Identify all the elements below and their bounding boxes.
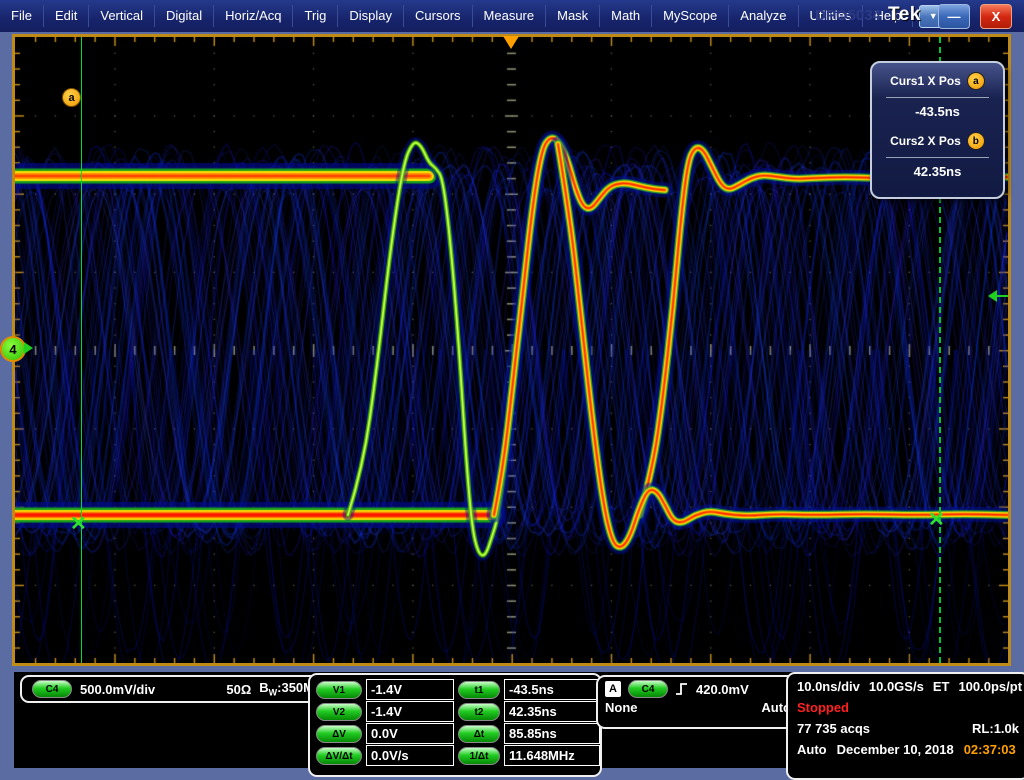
- menu-item-measure[interactable]: Measure: [473, 5, 547, 27]
- acq-mode: ET: [933, 679, 950, 694]
- trigger-level-arrow-icon[interactable]: [988, 290, 997, 302]
- delta-t-button[interactable]: Δt: [458, 725, 500, 743]
- t2-value: 42.35ns: [504, 701, 600, 722]
- menu-item-horiz-acq[interactable]: Horiz/Acq: [214, 5, 293, 27]
- t2-button[interactable]: t2: [458, 703, 500, 721]
- v1-value: -1.4V: [366, 679, 454, 700]
- menu-item-mask[interactable]: Mask: [546, 5, 600, 27]
- model-label: DPO5034: [815, 7, 881, 24]
- v2-value: -1.4V: [366, 701, 454, 722]
- channel-impedance: 50Ω: [226, 682, 251, 697]
- record-length: RL:1.0k: [972, 721, 1019, 736]
- trigger-bus-badge: A: [605, 681, 621, 697]
- channel4-position-arrow-icon: [24, 342, 33, 354]
- waveform-canvas: [15, 37, 1008, 663]
- trigger-position-marker[interactable]: [503, 36, 519, 49]
- readout-divider: [886, 157, 989, 158]
- menu-item-vertical[interactable]: Vertical: [89, 5, 155, 27]
- trigger-level-arrow-tail: [997, 295, 1008, 297]
- cursor2-readout-badge: b: [967, 132, 985, 150]
- acquisition-panel[interactable]: 10.0ns/div 10.0GS/s ET 100.0ps/pt Stoppe…: [786, 672, 1024, 780]
- channel-bandwidth: BW:350M: [259, 680, 314, 698]
- sample-rate: 10.0GS/s: [869, 679, 924, 694]
- cursor1-badge: a: [62, 88, 81, 107]
- channel-settings-panel[interactable]: C4 500.0mV/div 50Ω BW:350M: [20, 675, 326, 703]
- delta-t-value: 85.85ns: [504, 723, 600, 744]
- cursor1-readout-badge: a: [967, 72, 985, 90]
- menu-bar: File Edit Vertical Digital Horiz/Acq Tri…: [0, 0, 1024, 32]
- close-button[interactable]: X: [980, 4, 1012, 29]
- time-label: 02:37:03: [964, 742, 1016, 757]
- cursor2-intersection-marker: ✕: [928, 510, 945, 530]
- chevron-down-icon: ▼: [929, 11, 938, 21]
- channel4-button[interactable]: C4: [32, 680, 72, 698]
- cursor1-vertical-line[interactable]: [81, 37, 82, 663]
- scope-graticule: a ✕ ✕ 4 Curs1 X Pos a -43.5ns Curs2 X Po…: [12, 34, 1011, 666]
- trigger-panel[interactable]: A C4 420.0mV None Auto: [596, 675, 800, 729]
- cursor2-readout-value: 42.35ns: [872, 164, 1003, 179]
- menu-item-digital[interactable]: Digital: [155, 5, 214, 27]
- date-label: December 10, 2018: [837, 742, 954, 757]
- tek-logo: Tek: [888, 4, 921, 26]
- trigger-source-button[interactable]: C4: [628, 680, 668, 698]
- readout-divider: [886, 97, 989, 98]
- delta-v-value: 0.0V: [366, 723, 454, 744]
- t1-value: -43.5ns: [504, 679, 600, 700]
- minimize-button[interactable]: —: [938, 4, 970, 29]
- cursor1-readout-value: -43.5ns: [872, 104, 1003, 119]
- menu-item-cursors[interactable]: Cursors: [404, 5, 473, 27]
- timebase-scale: 10.0ns/div: [797, 679, 860, 694]
- cursor-measurements-panel: V1 -1.4V t1 -43.5ns V2 -1.4V t2 42.35ns …: [308, 673, 602, 777]
- rising-edge-icon: [675, 682, 689, 697]
- menu-item-display[interactable]: Display: [338, 5, 404, 27]
- status-bar: C4 500.0mV/div 50Ω BW:350M V1 -1.4V t1 -…: [14, 672, 1010, 768]
- delta-v-button[interactable]: ΔV: [316, 725, 362, 743]
- trigger-level: 420.0mV: [696, 682, 749, 697]
- menu-item-edit[interactable]: Edit: [44, 5, 89, 27]
- cursor-readout-box[interactable]: Curs1 X Pos a -43.5ns Curs2 X Pos b 42.3…: [870, 61, 1005, 199]
- run-status: Stopped: [797, 700, 1019, 715]
- channel4-reference-badge[interactable]: 4: [0, 336, 26, 362]
- cursor2-readout-label: Curs2 X Pos: [890, 134, 961, 148]
- trigger-mode-status: Auto: [797, 742, 827, 757]
- v2-button[interactable]: V2: [316, 703, 362, 721]
- trigger-holdoff: None: [605, 700, 638, 715]
- menu-item-trig[interactable]: Trig: [293, 5, 338, 27]
- dv-dt-value: 0.0V/s: [366, 745, 454, 766]
- dv-dt-button[interactable]: ΔV/Δt: [316, 747, 362, 765]
- acquisition-count: 77 735 acqs: [797, 721, 870, 736]
- menu-item-myscope[interactable]: MyScope: [652, 5, 729, 27]
- menu-item-file[interactable]: File: [0, 5, 44, 27]
- menu-item-math[interactable]: Math: [600, 5, 652, 27]
- v1-button[interactable]: V1: [316, 681, 362, 699]
- cursor1-intersection-marker: ✕: [70, 514, 87, 534]
- resolution: 100.0ps/pt: [958, 679, 1022, 694]
- one-over-dt-value: 11.648MHz: [504, 745, 600, 766]
- cursor1-readout-label: Curs1 X Pos: [890, 74, 961, 88]
- one-over-dt-button[interactable]: 1/Δt: [458, 747, 500, 765]
- channel-scale: 500.0mV/div: [80, 682, 155, 697]
- menu-item-analyze[interactable]: Analyze: [729, 5, 798, 27]
- t1-button[interactable]: t1: [458, 681, 500, 699]
